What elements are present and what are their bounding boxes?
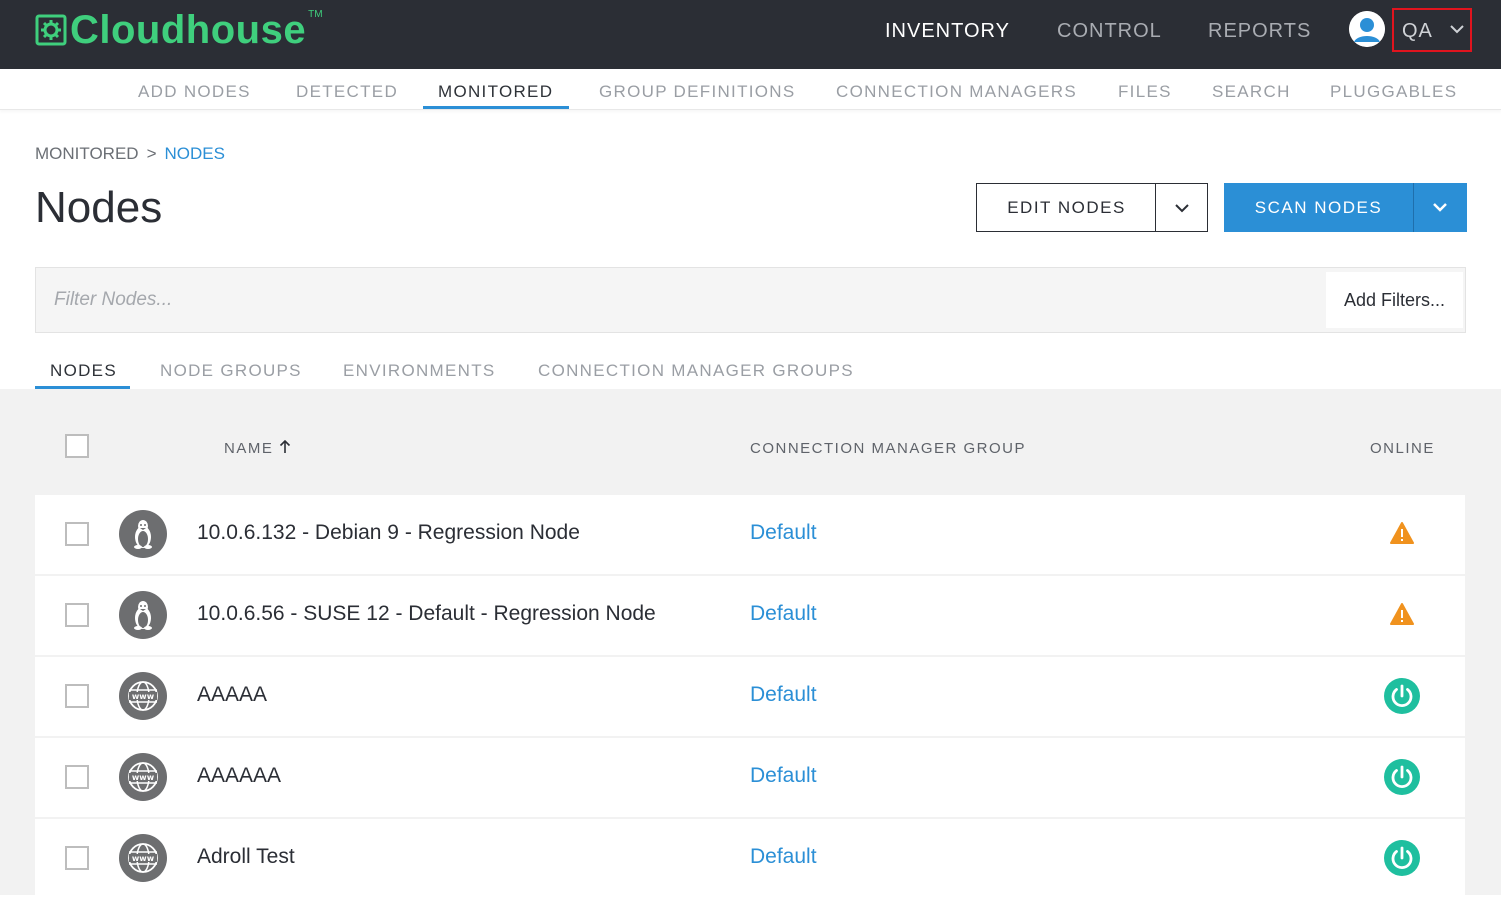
- table-row[interactable]: www AAAAA Default: [35, 657, 1465, 736]
- sort-ascending-arrow-icon: [280, 440, 291, 453]
- trademark-mark: TM: [308, 8, 323, 20]
- user-menu-label: QA: [1402, 20, 1433, 42]
- subnav-monitored[interactable]: MONITORED: [438, 82, 553, 102]
- subnav-files[interactable]: FILES: [1118, 82, 1172, 102]
- brand-name: Cloudhouse: [70, 8, 307, 52]
- edit-nodes-split-button: EDIT NODES: [976, 183, 1208, 232]
- column-header-online[interactable]: ONLINE: [1370, 440, 1435, 457]
- warning-icon: [1390, 603, 1414, 625]
- tab-environments[interactable]: ENVIRONMENTS: [343, 361, 496, 381]
- connection-manager-group-link[interactable]: Default: [750, 602, 817, 626]
- user-avatar-icon[interactable]: [1349, 11, 1385, 47]
- top-navigation-bar: Cloudhouse TM INVENTORY CONTROL REPORTS …: [0, 0, 1501, 69]
- row-checkbox[interactable]: [65, 765, 89, 789]
- row-checkbox[interactable]: [65, 522, 89, 546]
- www-globe-icon: www: [119, 672, 167, 720]
- table-row[interactable]: www Adroll Test Default: [35, 819, 1465, 898]
- chevron-down-icon: [1450, 25, 1464, 34]
- power-online-icon: [1384, 678, 1420, 714]
- scan-nodes-dropdown-chevron-icon[interactable]: [1431, 198, 1449, 216]
- tab-node-groups[interactable]: NODE GROUPS: [160, 361, 302, 381]
- node-name[interactable]: Adroll Test: [197, 845, 295, 869]
- subnav-active-indicator: [423, 106, 569, 109]
- svg-text:www: www: [132, 854, 155, 863]
- nav-reports[interactable]: REPORTS: [1208, 20, 1311, 43]
- page-title: Nodes: [35, 183, 163, 232]
- breadcrumb-current[interactable]: NODES: [165, 144, 225, 163]
- nav-inventory[interactable]: INVENTORY: [885, 20, 1010, 43]
- breadcrumb-parent[interactable]: MONITORED: [35, 144, 139, 163]
- power-online-icon: [1384, 759, 1420, 795]
- node-name[interactable]: AAAAAA: [197, 764, 281, 788]
- sub-navigation: ADD NODES DETECTED MONITORED GROUP DEFIN…: [0, 69, 1501, 110]
- connection-manager-group-link[interactable]: Default: [750, 845, 817, 869]
- filter-nodes-input[interactable]: Filter Nodes...: [54, 289, 172, 311]
- row-checkbox[interactable]: [65, 846, 89, 870]
- filter-bar: Filter Nodes... Add Filters...: [35, 267, 1466, 333]
- subnav-group-definitions[interactable]: GROUP DEFINITIONS: [599, 82, 796, 102]
- subnav-detected[interactable]: DETECTED: [296, 82, 398, 102]
- linux-icon: [119, 510, 167, 558]
- www-globe-icon: www: [119, 834, 167, 882]
- subnav-connection-managers[interactable]: CONNECTION MANAGERS: [836, 82, 1077, 102]
- row-checkbox[interactable]: [65, 684, 89, 708]
- add-filters-button[interactable]: Add Filters...: [1326, 272, 1463, 328]
- select-all-checkbox[interactable]: [65, 434, 89, 458]
- connection-manager-group-link[interactable]: Default: [750, 764, 817, 788]
- subnav-search[interactable]: SEARCH: [1212, 82, 1291, 102]
- www-globe-icon: www: [119, 753, 167, 801]
- cloudhouse-logo[interactable]: Cloudhouse TM: [34, 8, 323, 52]
- linux-icon: [119, 591, 167, 639]
- breadcrumb-separator: >: [146, 144, 157, 163]
- svg-text:www: www: [132, 773, 155, 782]
- table-row[interactable]: www AAAAAA Default: [35, 738, 1465, 817]
- edit-nodes-button[interactable]: EDIT NODES: [977, 184, 1156, 231]
- table-row[interactable]: 10.0.6.56 - SUSE 12 - Default - Regressi…: [35, 576, 1465, 655]
- node-name[interactable]: 10.0.6.56 - SUSE 12 - Default - Regressi…: [197, 602, 656, 626]
- scan-nodes-button[interactable]: SCAN NODES: [1224, 183, 1413, 232]
- column-header-connection-manager-group[interactable]: CONNECTION MANAGER GROUP: [750, 440, 1026, 457]
- node-name[interactable]: 10.0.6.132 - Debian 9 - Regression Node: [197, 521, 580, 545]
- subnav-add-nodes[interactable]: ADD NODES: [138, 82, 251, 102]
- breadcrumb: MONITORED > NODES: [35, 144, 225, 164]
- power-online-icon: [1384, 840, 1420, 876]
- subnav-pluggables[interactable]: PLUGGABLES: [1330, 82, 1457, 102]
- svg-text:www: www: [132, 692, 155, 701]
- tab-nodes[interactable]: NODES: [50, 361, 117, 381]
- tab-connection-manager-groups[interactable]: CONNECTION MANAGER GROUPS: [538, 361, 854, 381]
- row-checkbox[interactable]: [65, 603, 89, 627]
- user-menu-dropdown[interactable]: QA: [1392, 8, 1472, 52]
- edit-nodes-dropdown-chevron-icon[interactable]: [1173, 199, 1191, 217]
- connection-manager-group-link[interactable]: Default: [750, 521, 817, 545]
- table-row[interactable]: 10.0.6.132 - Debian 9 - Regression Node …: [35, 495, 1465, 574]
- connection-manager-group-link[interactable]: Default: [750, 683, 817, 707]
- scan-nodes-divider: [1413, 183, 1414, 232]
- nav-control[interactable]: CONTROL: [1057, 20, 1162, 43]
- node-name[interactable]: AAAAA: [197, 683, 267, 707]
- warning-icon: [1390, 522, 1414, 544]
- edit-nodes-divider: [1155, 184, 1156, 231]
- column-header-name[interactable]: NAME: [224, 440, 291, 457]
- scan-nodes-split-button: SCAN NODES: [1224, 183, 1467, 232]
- gear-logo-icon: [35, 14, 67, 46]
- column-header-name-label: NAME: [224, 440, 274, 457]
